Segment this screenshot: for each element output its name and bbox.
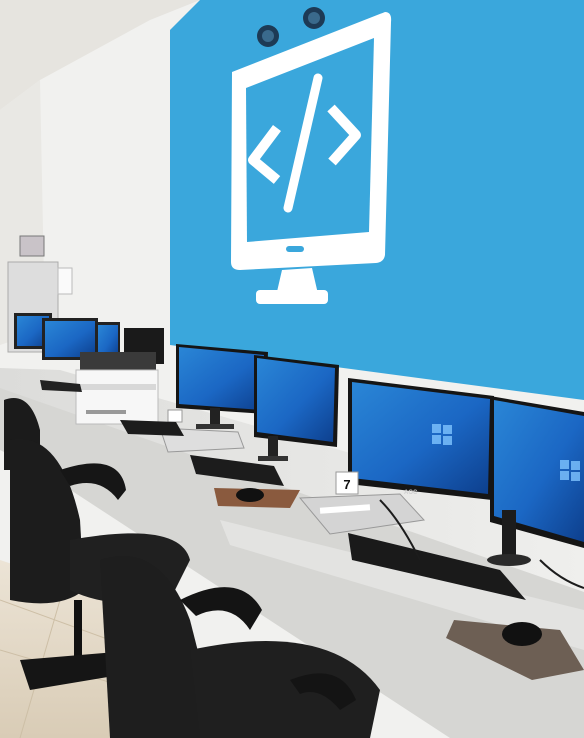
desk-number: 7: [343, 477, 350, 492]
keyboard-far: [120, 420, 184, 436]
printer: [75, 352, 159, 425]
wall-box: [19, 235, 45, 257]
desk-card-far: [167, 409, 183, 423]
monitor-brand: AOC: [404, 490, 418, 496]
lab-photo: AOC 7: [0, 0, 584, 738]
mouse-middle: [236, 488, 264, 502]
photo-canvas: AOC 7: [0, 0, 584, 738]
monitor-near-1: AOC: [348, 378, 494, 500]
desk-number-card: 7: [335, 471, 359, 495]
wall-switch: [57, 267, 73, 295]
mouse-near: [502, 622, 542, 646]
